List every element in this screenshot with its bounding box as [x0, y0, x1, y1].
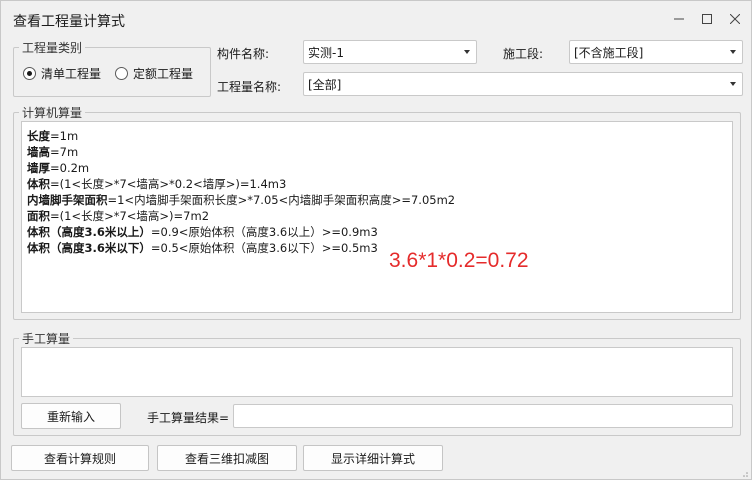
manual-result-field[interactable]: [233, 404, 733, 428]
component-name-select[interactable]: 实测-1: [303, 40, 477, 64]
radio-unchecked-icon[interactable]: [115, 67, 128, 80]
component-name-value: 实测-1: [308, 45, 344, 60]
radio-bill-quantity[interactable]: 清单工程量: [23, 65, 101, 82]
maximize-icon[interactable]: [697, 9, 717, 29]
calc-line: 墙高=7m: [27, 145, 79, 159]
radio-bill-quantity-label: 清单工程量: [41, 67, 102, 81]
calc-line: 体积（高度3.6米以上）=0.9<原始体积（高度3.6以上）>=0.9m3: [27, 225, 378, 239]
calc-line: 体积=(1<长度>*7<墙高>*0.2<墙厚>)=1.4m3: [27, 177, 287, 191]
radio-quota-quantity[interactable]: 定额工程量: [115, 65, 193, 82]
close-icon[interactable]: [725, 9, 745, 29]
stage-label: 施工段:: [503, 47, 544, 61]
minimize-icon[interactable]: [669, 9, 689, 29]
manual-result-label: 手工算量结果=: [147, 411, 230, 425]
calc-line: 内墙脚手架面积=1<内墙脚手架面积长度>*7.05<内墙脚手架面积高度>=7.0…: [27, 193, 456, 207]
dialog-window: 查看工程量计算式 工程量类别 清单工程量 定额工程量 构件名称: 实测-1 施工…: [0, 0, 752, 480]
manual-calc-input[interactable]: [21, 347, 733, 397]
title-bar[interactable]: 查看工程量计算式: [1, 1, 751, 37]
radio-quota-quantity-label: 定额工程量: [133, 67, 194, 81]
calc-line: 面积=(1<长度>*7<墙高>)=7m2: [27, 209, 210, 223]
show-detail-formula-button[interactable]: 显示详细计算式: [303, 445, 443, 471]
stage-select[interactable]: [不含施工段]: [569, 40, 743, 64]
computer-calc-legend: 计算机算量: [19, 104, 86, 121]
handwritten-annotation: 3.6*1*0.2=0.72: [389, 249, 529, 272]
category-legend: 工程量类别: [19, 39, 86, 56]
window-title: 查看工程量计算式: [13, 14, 125, 30]
calc-line: 墙厚=0.2m: [27, 161, 90, 175]
quantity-name-value: [全部]: [308, 77, 342, 92]
view-rules-button[interactable]: 查看计算规则: [11, 445, 149, 471]
computer-calc-text[interactable]: 长度=1m 墙高=7m 墙厚=0.2m 体积=(1<长度>*7<墙高>*0.2<…: [21, 121, 733, 313]
chevron-down-icon: [730, 50, 736, 54]
manual-calc-legend: 手工算量: [19, 330, 74, 347]
quantity-name-label: 工程量名称:: [217, 80, 282, 94]
chevron-down-icon: [464, 50, 470, 54]
calc-line: 长度=1m: [27, 129, 79, 143]
calc-line: 体积（高度3.6米以下）=0.5<原始体积（高度3.6以下）>=0.5m3: [27, 241, 378, 255]
reenter-button[interactable]: 重新输入: [21, 403, 121, 429]
resize-grip-icon[interactable]: [739, 467, 749, 477]
component-name-label: 构件名称:: [217, 47, 270, 61]
view-3d-deduction-button[interactable]: 查看三维扣减图: [157, 445, 297, 471]
radio-checked-icon[interactable]: [23, 67, 36, 80]
chevron-down-icon: [730, 82, 736, 86]
quantity-name-select[interactable]: [全部]: [303, 72, 743, 96]
stage-value: [不含施工段]: [574, 45, 644, 60]
